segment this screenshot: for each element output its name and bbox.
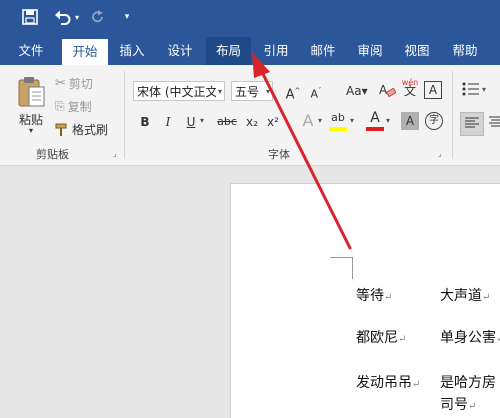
annotation-arrow	[252, 52, 352, 250]
